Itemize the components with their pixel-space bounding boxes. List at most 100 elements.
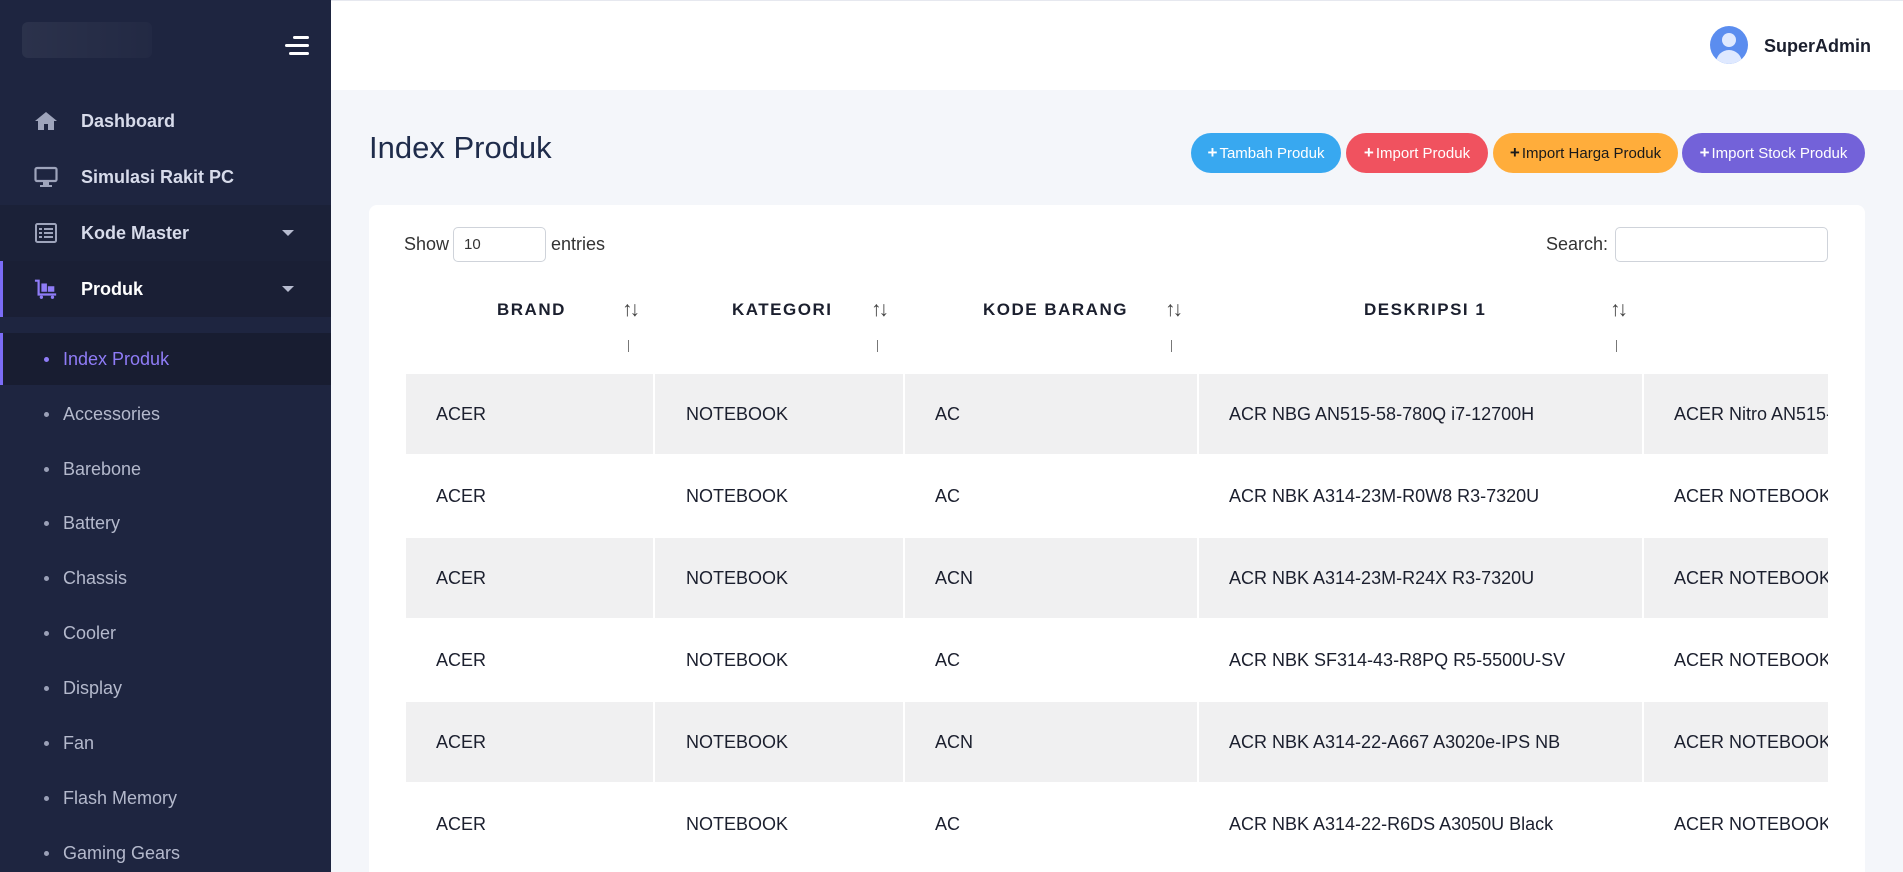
table-row[interactable]: ACER NOTEBOOK AC ACR NBG AN515-58-780Q i… (406, 374, 1828, 454)
column-header-kategori[interactable]: KATEGORI (732, 300, 832, 320)
sidebar: Dashboard Simulasi Rakit PC Kode Master … (0, 0, 331, 872)
tambah-produk-button[interactable]: + Tambah Produk (1191, 133, 1341, 173)
sidebar-subitem-label: Barebone (63, 458, 142, 479)
column-header-kode-barang[interactable]: KODE BARANG (983, 300, 1128, 320)
sidebar-subitem-chassis[interactable]: Chassis (0, 552, 331, 604)
sidebar-item-kode-master[interactable]: Kode Master (0, 205, 331, 261)
column-header-brand[interactable]: BRAND (497, 300, 566, 320)
bullet-icon (44, 411, 49, 417)
column-filter-mark (628, 340, 629, 352)
table-cell: ACR NBK A314-22-R6DS A3050U Black (1229, 813, 1554, 834)
sidebar-item-label: Simulasi Rakit PC (81, 166, 235, 187)
table-cell: NOTEBOOK (686, 731, 789, 752)
table-cell: ACER NOTEBOOK S (1674, 649, 1828, 670)
table-cell: ACER (436, 731, 487, 752)
list-icon (34, 221, 58, 245)
chevron-down-icon (282, 286, 294, 292)
bullet-icon (44, 466, 49, 472)
import-stock-produk-button[interactable]: + Import Stock Produk (1682, 133, 1865, 173)
sidebar-item-produk[interactable]: Produk (0, 261, 331, 317)
table-cell: ACER NOTEBOOK A (1674, 813, 1828, 834)
brand-area (0, 0, 331, 92)
sort-icon[interactable]: ↑↓ (1165, 298, 1183, 322)
entries-label: entries (551, 234, 606, 254)
sidebar-subitem-cooler[interactable]: Cooler (0, 607, 331, 659)
sidebar-subitem-barebone[interactable]: Barebone (0, 443, 331, 495)
column-header-deskripsi-1[interactable]: DESKRIPSI 1 (1364, 300, 1486, 320)
bullet-icon (44, 630, 49, 636)
table-row[interactable]: ACER NOTEBOOK AC ACR NBK SF314-43-R8PQ R… (406, 620, 1828, 700)
sidebar-subitem-battery[interactable]: Battery (0, 497, 331, 549)
sidebar-subitem-flash-memory[interactable]: Flash Memory (0, 772, 331, 824)
button-label: Tambah Produk (1219, 144, 1325, 162)
sidebar-subitem-accessories[interactable]: Accessories (0, 388, 331, 440)
sidebar-subitem-label: Accessories (63, 403, 161, 424)
table-cell: ACER NOTEBOOK A (1674, 485, 1828, 506)
table-cell: NOTEBOOK (686, 813, 789, 834)
table-row[interactable]: ACER NOTEBOOK ACN ACR NBK A314-23M-R24X … (406, 538, 1828, 618)
menu-toggle-icon[interactable] (281, 34, 309, 56)
table-cell: ACR NBG AN515-58-780Q i7-12700H (1229, 403, 1535, 424)
sidebar-subitem-index-produk[interactable]: Index Produk (0, 333, 331, 385)
bullet-icon (44, 850, 49, 856)
plus-icon: + (1207, 143, 1218, 162)
search-input[interactable] (1615, 227, 1828, 262)
table-cell: ACN (935, 567, 974, 588)
table-cell: ACER (436, 649, 487, 670)
table-cell: AC (935, 649, 961, 670)
home-icon (34, 109, 58, 133)
bullet-icon (44, 520, 49, 526)
table-cell: ACER (436, 813, 487, 834)
sidebar-item-label: Kode Master (81, 222, 190, 243)
sidebar-subitem-label: Chassis (63, 567, 128, 588)
sidebar-subitem-fan[interactable]: Fan (0, 717, 331, 769)
sidebar-subitem-label: Battery (63, 512, 121, 533)
table-cell: ACER Nitro AN515- (1674, 403, 1828, 424)
bullet-icon (44, 795, 49, 801)
sidebar-subitem-label: Cooler (63, 622, 117, 643)
sidebar-subitem-label: Gaming Gears (63, 842, 181, 863)
sidebar-subitem-gaming-gears[interactable]: Gaming Gears (0, 827, 331, 872)
table-cell: ACR NBK A314-23M-R0W8 R3-7320U (1229, 485, 1540, 506)
user-avatar-icon[interactable] (1710, 26, 1748, 64)
bullet-icon (44, 685, 49, 691)
table-cell: NOTEBOOK (686, 567, 789, 588)
import-produk-button[interactable]: + Import Produk (1346, 133, 1488, 173)
chevron-down-icon (282, 230, 294, 236)
button-label: Import Produk (1375, 144, 1471, 162)
bullet-icon (44, 740, 49, 746)
sidebar-item-label: Produk (81, 278, 144, 299)
sort-icon[interactable]: ↑↓ (1610, 298, 1628, 322)
page-length-input[interactable] (453, 227, 546, 262)
table-cell: ACER NOTEBOOK A (1674, 731, 1828, 752)
sidebar-item-label: Dashboard (81, 110, 176, 131)
table-cell: ACN (935, 731, 974, 752)
top-bar (331, 0, 1903, 90)
page-title: Index Produk (369, 130, 552, 165)
user-name[interactable]: SuperAdmin (1764, 36, 1871, 57)
table-cell: ACR NBK SF314-43-R8PQ R5-5500U-SV (1229, 649, 1566, 670)
sidebar-item-dashboard[interactable]: Dashboard (0, 93, 331, 149)
sidebar-subitem-label: Fan (63, 732, 95, 753)
table-row[interactable]: ACER NOTEBOOK AC ACR NBK A314-23M-R0W8 R… (406, 456, 1828, 536)
plus-icon: + (1699, 143, 1710, 162)
logo (22, 22, 152, 58)
table-cell: AC (935, 403, 961, 424)
column-filter-mark (1171, 340, 1172, 352)
show-label: Show (404, 234, 450, 254)
sort-icon[interactable]: ↑↓ (871, 298, 889, 322)
column-filter-mark (877, 340, 878, 352)
table-cell: ACER (436, 403, 487, 424)
sort-icon[interactable]: ↑↓ (622, 298, 640, 322)
sidebar-subitem-display[interactable]: Display (0, 662, 331, 714)
button-label: Import Stock Produk (1711, 144, 1848, 162)
bullet-icon (44, 575, 49, 581)
table-cell: AC (935, 813, 961, 834)
column-filter-mark (1616, 340, 1617, 352)
table-cell: NOTEBOOK (686, 649, 789, 670)
import-harga-produk-button[interactable]: + Import Harga Produk (1493, 133, 1678, 173)
table-cell: ACER (436, 485, 487, 506)
table-row[interactable]: ACER NOTEBOOK ACN ACR NBK A314-22-A667 A… (406, 702, 1828, 782)
table-row[interactable]: ACER NOTEBOOK AC ACR NBK A314-22-R6DS A3… (406, 784, 1828, 864)
sidebar-item-simulasi[interactable]: Simulasi Rakit PC (0, 149, 331, 205)
